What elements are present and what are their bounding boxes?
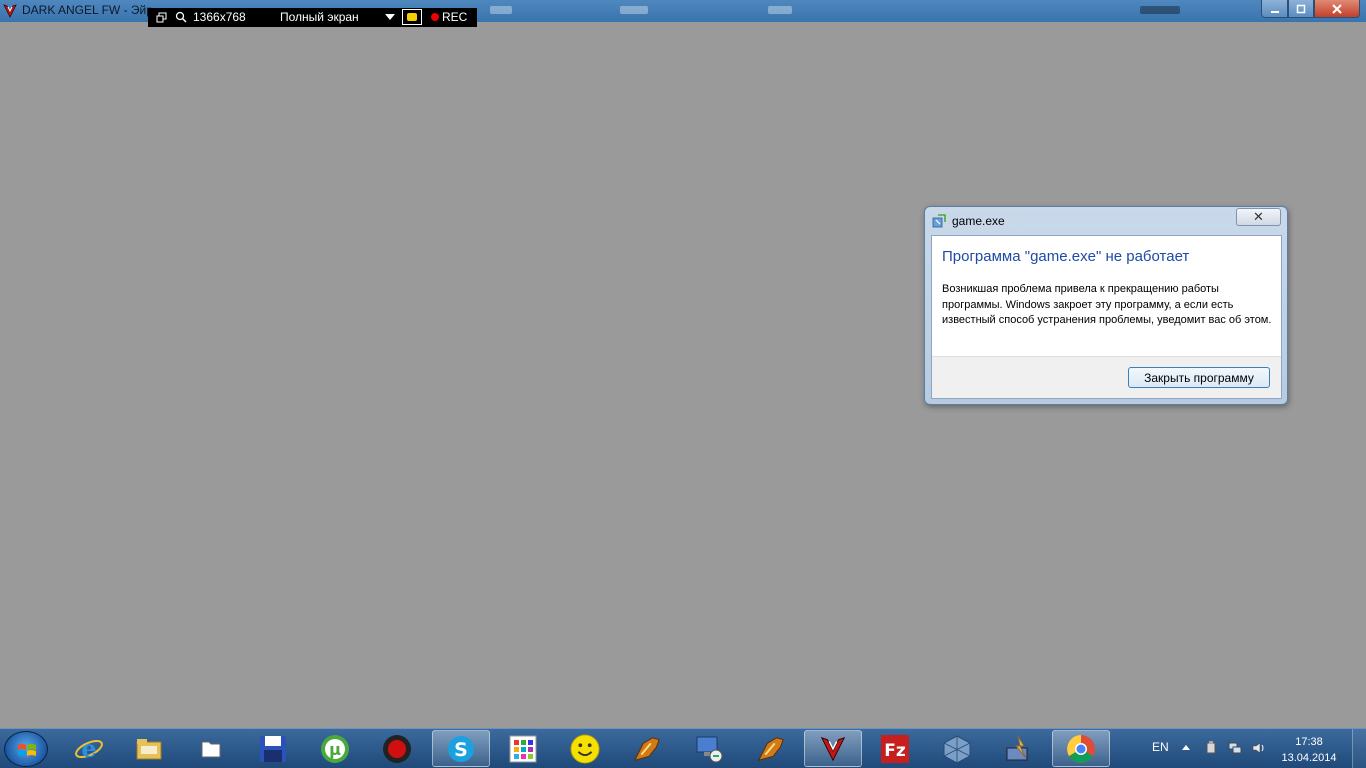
dark-angel-icon — [818, 734, 848, 764]
maximize-icon — [1296, 4, 1306, 13]
svg-text:µ: µ — [329, 740, 341, 759]
clock-date: 13.04.2014 — [1281, 752, 1337, 764]
titlebar-decoration — [768, 6, 792, 14]
zoom-icon[interactable] — [175, 11, 187, 23]
show-desktop-button[interactable] — [1352, 729, 1366, 768]
record-icon — [382, 734, 412, 764]
file-explorer-icon — [134, 734, 164, 764]
taskbar-button-floppy-save[interactable] — [244, 730, 302, 767]
taskbar-button-network-tool[interactable] — [990, 730, 1048, 767]
close-program-button[interactable]: Закрыть программу — [1128, 367, 1270, 388]
windows-logo-icon — [18, 744, 36, 756]
network-icon[interactable] — [1228, 741, 1242, 755]
taskbar-button-remote-desktop[interactable] — [680, 730, 738, 767]
language-indicator[interactable]: EN — [1152, 740, 1169, 754]
maximize-button[interactable] — [1288, 0, 1314, 18]
virtualbox-icon — [942, 734, 972, 764]
svg-text:Fz: Fz — [884, 741, 906, 761]
game-client-icon — [756, 734, 786, 764]
volume-icon[interactable] — [1252, 741, 1266, 755]
rec-button[interactable]: REC — [442, 10, 467, 24]
recorder-resolution: 1366x768 — [193, 10, 246, 24]
window-controls — [1261, 0, 1360, 18]
network-tool-icon — [1004, 734, 1034, 764]
dialog-footer: Закрыть программу — [932, 356, 1281, 398]
internet-explorer-icon: e — [74, 734, 104, 764]
svg-text:e: e — [81, 734, 96, 763]
show-hidden-icons-icon[interactable] — [1182, 745, 1190, 750]
remote-desktop-icon — [694, 734, 724, 764]
camera-icon[interactable] — [402, 9, 422, 25]
svg-text:S: S — [454, 739, 468, 761]
minimize-button[interactable] — [1261, 0, 1288, 18]
filezilla-icon: Fz — [880, 734, 910, 764]
dark-angel-app-icon — [3, 4, 17, 18]
recorder-mode-select[interactable]: Полный экран — [280, 10, 359, 24]
close-icon: ✕ — [1253, 209, 1264, 225]
dialog-message: Возникшая проблема привела к прекращению… — [942, 283, 1272, 326]
minimize-icon — [1270, 10, 1279, 13]
apps-grid-icon — [508, 734, 538, 764]
taskbar-button-skype[interactable]: S — [432, 730, 490, 767]
smiley-icon — [570, 733, 600, 764]
chevron-down-icon[interactable] — [385, 14, 395, 21]
utorrent-icon: µ — [320, 734, 350, 764]
safely-remove-hardware-icon[interactable] — [1204, 741, 1218, 755]
system-clock[interactable]: 17:38 13.04.2014 — [1276, 734, 1342, 766]
taskbar-button-folder-window[interactable] — [182, 730, 240, 767]
record-dot-icon — [431, 13, 439, 21]
skype-icon: S — [446, 734, 476, 764]
titlebar-decoration — [620, 6, 648, 14]
taskbar-button-smiley[interactable] — [556, 730, 614, 767]
window-restore-icon[interactable] — [156, 12, 167, 23]
titlebar-decoration — [490, 6, 512, 14]
taskbar-button-apps-grid[interactable] — [494, 730, 552, 767]
titlebar-decoration — [1140, 6, 1180, 14]
chrome-icon — [1066, 734, 1096, 764]
dialog-close-button[interactable]: ✕ — [1236, 208, 1281, 226]
folder-window-icon — [196, 734, 226, 764]
start-button[interactable] — [4, 731, 48, 767]
taskbar-button-file-explorer[interactable] — [120, 730, 178, 767]
taskbar-button-chrome[interactable] — [1052, 730, 1110, 767]
dialog-heading: Программа "game.exe" не работает — [942, 248, 1190, 265]
clock-time: 17:38 — [1295, 736, 1323, 748]
game-launcher-icon — [632, 734, 662, 764]
floppy-save-icon — [258, 734, 288, 764]
recorder-toolbar: 1366x768 Полный экран REC — [148, 8, 477, 27]
taskbar-button-game-client[interactable] — [742, 730, 800, 767]
taskbar-button-dark-angel[interactable] — [804, 730, 862, 767]
taskbar-button-virtualbox[interactable] — [928, 730, 986, 767]
taskbar: e µ S Fz EN 17:38 13.04.2014 — [0, 728, 1366, 768]
taskbar-button-filezilla[interactable]: Fz — [866, 730, 924, 767]
taskbar-button-utorrent[interactable]: µ — [306, 730, 364, 767]
program-icon — [932, 214, 946, 228]
dialog-body: Программа "game.exe" не работает Возникш… — [931, 235, 1282, 399]
dialog-title: game.exe — [952, 214, 1005, 228]
error-dialog: game.exe ✕ Программа "game.exe" не работ… — [924, 206, 1288, 405]
window-title: DARK ANGEL FW - Эйр — [22, 3, 153, 17]
close-window-button[interactable] — [1314, 0, 1360, 18]
taskbar-button-internet-explorer[interactable]: e — [60, 730, 118, 767]
taskbar-button-game-launcher[interactable] — [618, 730, 676, 767]
close-icon — [1332, 3, 1342, 14]
taskbar-button-record[interactable] — [368, 730, 426, 767]
